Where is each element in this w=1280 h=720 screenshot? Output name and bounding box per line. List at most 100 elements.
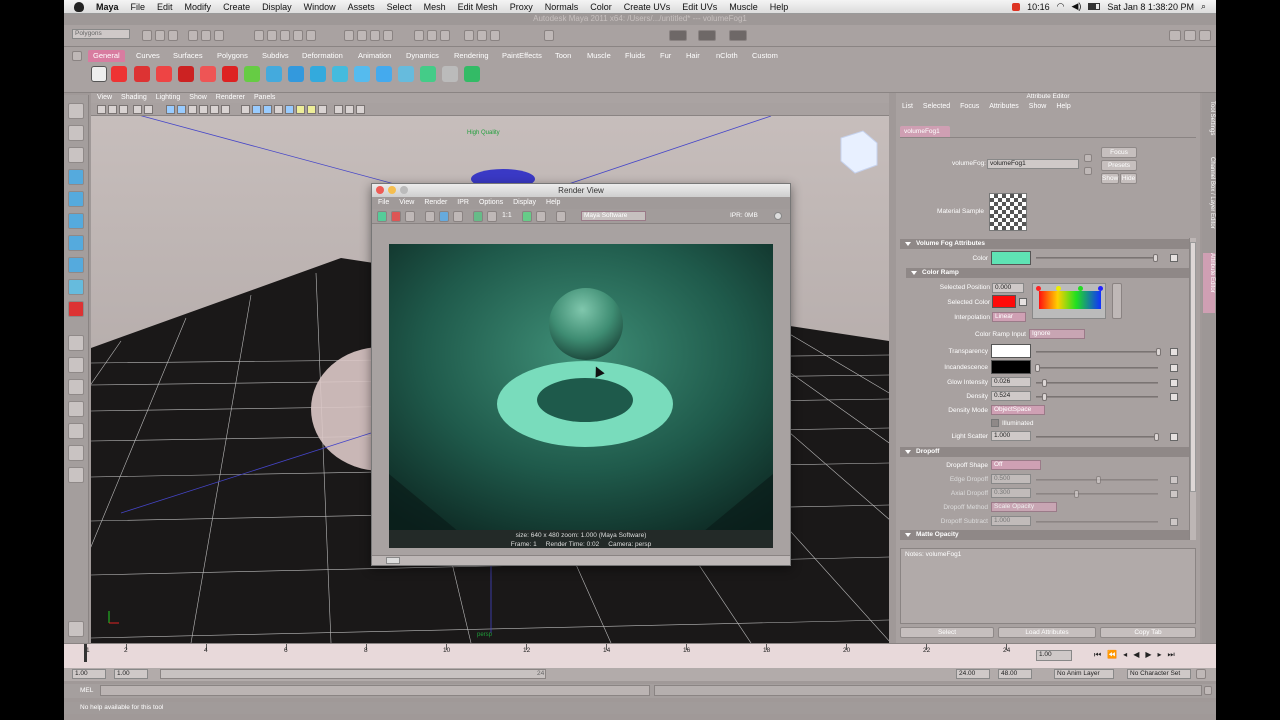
tool-settings-icon[interactable] [68, 621, 84, 637]
wifi-icon[interactable]: ◠ [1057, 1, 1065, 12]
x-field[interactable] [669, 30, 687, 41]
transparency-swatch[interactable] [991, 344, 1031, 358]
map-button-icon[interactable] [1170, 379, 1178, 387]
go-to-end-icon[interactable]: ⏭ [1168, 650, 1181, 659]
display-icon[interactable] [536, 211, 546, 222]
color-ramp-widget[interactable] [1032, 283, 1106, 319]
shelf-tool-icon[interactable] [134, 66, 150, 82]
save-scene-icon[interactable] [168, 30, 178, 41]
volume-icon[interactable]: ◀) [1071, 1, 1081, 12]
notes-box[interactable]: Notes: volumeFog1 [900, 548, 1196, 624]
current-frame-field[interactable]: 1.00 [1036, 650, 1072, 661]
ae-menu-selected[interactable]: Selected [923, 101, 950, 113]
map-button-icon[interactable] [1170, 490, 1178, 498]
rv-menu-options[interactable]: Options [479, 197, 503, 209]
mask-icon[interactable] [293, 30, 303, 41]
menu-edit-uvs[interactable]: Edit UVs [676, 2, 723, 12]
redo-render-icon[interactable] [377, 211, 387, 222]
battery-icon[interactable] [1088, 3, 1101, 10]
gate-mask-icon[interactable] [199, 105, 208, 114]
shelf-tab-polygons[interactable]: Polygons [215, 50, 250, 62]
open-scene-icon[interactable] [155, 30, 165, 41]
mel-label[interactable]: MEL [80, 687, 93, 694]
wireframe-on-shaded-icon[interactable] [263, 105, 272, 114]
ae-menu-help[interactable]: Help [1056, 101, 1070, 113]
snap-grid-icon[interactable] [344, 30, 354, 41]
alpha-channel-icon[interactable] [487, 211, 497, 222]
layout-icon[interactable] [1199, 30, 1211, 41]
dropoff-subtract-field[interactable]: 1.000 [991, 516, 1031, 526]
menu-edit[interactable]: Edit [151, 2, 179, 12]
history-icon[interactable] [427, 30, 437, 41]
textured-icon[interactable] [285, 105, 294, 114]
menu-help[interactable]: Help [764, 2, 795, 12]
map-button-icon[interactable] [1170, 476, 1178, 484]
rgb-channels-icon[interactable] [473, 211, 483, 222]
shelf-tool-icon[interactable] [178, 66, 194, 82]
ae-menu-attributes[interactable]: Attributes [989, 101, 1019, 113]
presets-button[interactable]: Presets [1101, 160, 1137, 171]
shelf-tab-surfaces[interactable]: Surfaces [171, 50, 205, 62]
viewport-menu-panels[interactable]: Panels [254, 93, 275, 103]
render-view-scrollbar[interactable] [372, 555, 790, 565]
dice-icon[interactable] [91, 66, 107, 82]
render-frame-icon[interactable] [464, 30, 474, 41]
play-forward-icon[interactable]: ▶ [1145, 650, 1157, 659]
shadows-icon[interactable] [318, 105, 327, 114]
layout-icon[interactable] [1169, 30, 1181, 41]
hq-icon[interactable] [345, 105, 354, 114]
camera-icon[interactable] [97, 105, 106, 114]
y-field[interactable] [698, 30, 716, 41]
current-time-marker[interactable] [84, 644, 87, 662]
snap-plane-icon[interactable] [383, 30, 393, 41]
axial-dropoff-field[interactable]: 0.300 [991, 488, 1031, 498]
camera-icon[interactable] [108, 105, 117, 114]
color-slider-knob[interactable] [1153, 254, 1158, 262]
section-matte-opacity[interactable]: Matte Opacity [900, 530, 1190, 540]
camera-select-icon[interactable] [556, 211, 566, 222]
menu-set-dropdown[interactable]: Polygons [72, 29, 130, 39]
shelf-tool-icon[interactable] [354, 66, 370, 82]
glow-intensity-field[interactable]: 0.026 [991, 377, 1031, 387]
map-button-icon[interactable] [1170, 364, 1178, 372]
viewport-menu-renderer[interactable]: Renderer [216, 93, 245, 103]
shelf-tool-icon[interactable] [376, 66, 392, 82]
auto-key-icon[interactable] [1196, 669, 1206, 679]
move-tool-icon[interactable] [68, 169, 84, 185]
paint-select-icon[interactable] [68, 147, 84, 163]
prev-key-icon[interactable]: ◂ [1123, 650, 1133, 659]
shelf-tool-icon[interactable] [288, 66, 304, 82]
play-back-icon[interactable]: ◀ [1133, 650, 1145, 659]
minimize-icon[interactable] [388, 186, 396, 194]
ipr-render-icon[interactable] [477, 30, 487, 41]
refresh-icon[interactable] [425, 211, 435, 222]
ae-menu-list[interactable]: List [902, 101, 913, 113]
select-button[interactable]: Select [900, 627, 994, 638]
illuminated-checkbox[interactable] [991, 419, 999, 427]
density-field[interactable]: 0.524 [991, 391, 1031, 401]
axial-dropoff-slider[interactable] [1036, 493, 1158, 495]
shelf-tool-icon[interactable] [156, 66, 172, 82]
resolution-gate-icon[interactable] [188, 105, 197, 114]
side-tab-channel-box[interactable]: Channel Box / Layer Editor [1203, 157, 1215, 247]
playback-end-field[interactable]: 24.00 [956, 669, 990, 679]
shelf-menu-icon[interactable] [72, 51, 82, 61]
search-icon[interactable]: ⌕ [1201, 1, 1206, 12]
map-button-icon[interactable] [1170, 393, 1178, 401]
side-tab-attribute-editor[interactable]: Attribute Editor [1203, 253, 1215, 313]
render-settings-icon[interactable] [490, 30, 500, 41]
menu-proxy[interactable]: Proxy [504, 2, 539, 12]
ae-scrollbar[interactable] [1189, 238, 1196, 540]
menu-modify[interactable]: Modify [179, 2, 218, 12]
menu-create-uvs[interactable]: Create UVs [618, 2, 677, 12]
mask-icon[interactable] [254, 30, 264, 41]
map-button-icon[interactable] [1170, 348, 1178, 356]
scale-tool-icon[interactable] [68, 213, 84, 229]
shelf-tab-rendering[interactable]: Rendering [452, 50, 491, 62]
menu-mesh[interactable]: Mesh [418, 2, 452, 12]
output-connection-icon[interactable] [1084, 167, 1092, 175]
shelf-tool-icon[interactable] [266, 66, 282, 82]
ae-menu-focus[interactable]: Focus [960, 101, 979, 113]
edge-dropoff-field[interactable]: 0.500 [991, 474, 1031, 484]
section-color-ramp[interactable]: Color Ramp [906, 268, 1190, 278]
